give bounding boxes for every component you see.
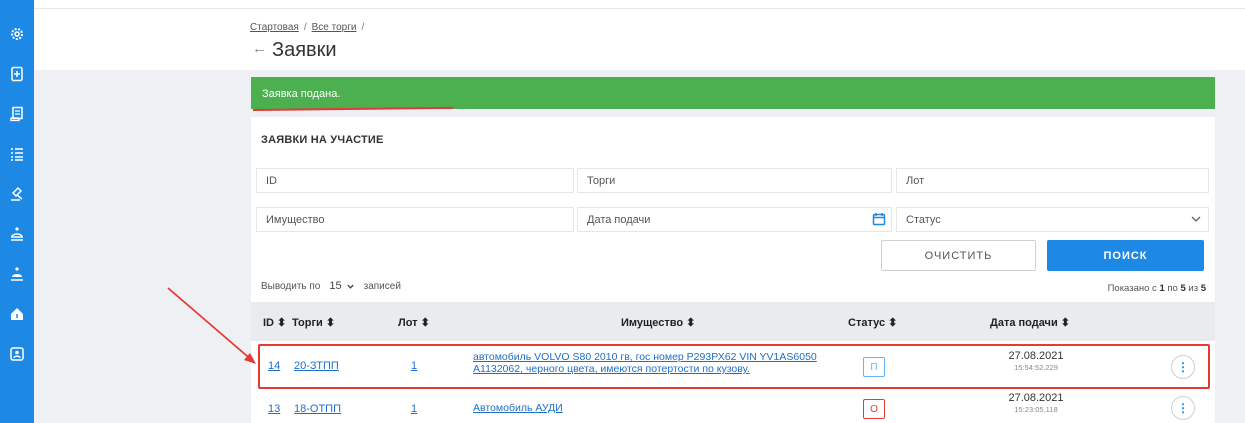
row-tender-link[interactable]: 18-ОТПП [294,403,341,415]
header-divider [34,8,1245,9]
breadcrumb-separator: / [303,22,307,33]
column-header-status[interactable]: Статус ⬍ [848,316,897,329]
calendar-icon[interactable] [872,212,886,226]
settings-gear-icon[interactable] [9,26,25,42]
column-header-lot[interactable]: Лот ⬍ [398,316,430,329]
tender-filter-placeholder: Торги [587,175,616,187]
search-button[interactable]: ПОИСК [1047,240,1204,271]
row-id-link[interactable]: 13 [268,403,280,415]
chevron-down-icon [346,284,354,289]
card-title: ЗАЯВКИ НА УЧАСТИЕ [261,134,384,146]
column-header-tender[interactable]: Торги ⬍ [292,316,335,329]
row-property-link-line1[interactable]: Автомобиль АУДИ [473,402,563,414]
date-filter-placeholder: Дата подачи [587,214,651,226]
shown-of: из [1188,283,1199,294]
shown-from: 1 [1159,283,1165,294]
table-row: 13 18-ОТПП 1 Автомобиль АУДИ О 27.08.202… [251,389,1215,423]
row-actions-menu-icon[interactable]: ⋮ [1171,396,1195,420]
table-header: ID ⬍ Торги ⬍ Лот ⬍ Имущество ⬍ Статус ⬍ … [251,302,1215,341]
column-header-date[interactable]: Дата подачи ⬍ [990,316,1070,329]
shown-prefix: Показано с [1107,283,1157,294]
bell-person-icon[interactable] [9,226,25,242]
breadcrumb-separator: / [361,22,365,33]
status-badge: О [863,399,885,419]
tender-filter-input[interactable]: Торги [577,168,892,193]
list-icon[interactable] [9,146,25,162]
row-date-value: 27.08.2021 [1008,392,1064,404]
document-add-icon[interactable] [9,66,25,82]
clear-button[interactable]: ОЧИСТИТЬ [881,240,1036,271]
page-title: Заявки [272,39,337,61]
property-filter-placeholder: Имущество [266,214,325,226]
per-page-select[interactable]: 15 [326,280,357,292]
home-currency-icon[interactable] [9,306,25,322]
gavel-icon[interactable] [9,186,25,202]
annotation-highlight-box [258,344,1210,389]
status-filter-select[interactable]: Статус [896,207,1209,232]
id-filter-placeholder: ID [266,175,277,187]
row-date: 27.08.2021 15:23:05.118 [986,392,1086,414]
records-label: записей [363,280,401,292]
shown-mid: по [1167,283,1178,294]
breadcrumb-all-tenders-link[interactable]: Все торги [312,22,357,33]
success-banner: Заявка подана. [251,77,1215,109]
lot-filter-input[interactable]: Лот [896,168,1209,193]
records-shown-summary: Показано с 1 по 5 из 5 [1108,283,1206,294]
date-filter-input[interactable]: Дата подачи [577,207,892,232]
row-property: Автомобиль АУДИ [473,402,563,414]
shown-total: 5 [1200,283,1206,294]
id-filter-input[interactable]: ID [256,168,574,193]
breadcrumb: Стартовая / Все торги / [250,22,364,33]
per-page-control: Выводить по 15 записей [261,280,401,292]
page-header [34,0,1245,70]
annotation-arrow [167,287,256,364]
sidebar [0,0,34,423]
status-filter-placeholder: Статус [906,214,941,226]
row-time-value: 15:23:05.118 [1014,405,1058,414]
scroll-document-icon[interactable] [9,106,25,122]
shown-to: 5 [1180,283,1186,294]
contacts-icon[interactable] [9,346,25,362]
breadcrumb-home-link[interactable]: Стартовая [250,22,299,33]
bell-icon[interactable] [9,266,25,282]
row-lot-link[interactable]: 1 [411,403,417,415]
lot-filter-placeholder: Лот [906,175,925,187]
property-filter-input[interactable]: Имущество [256,207,574,232]
column-header-property[interactable]: Имущество ⬍ [621,316,695,329]
back-arrow-icon[interactable]: ← [252,40,267,57]
per-page-value: 15 [329,280,342,292]
chevron-down-icon [1189,212,1203,226]
